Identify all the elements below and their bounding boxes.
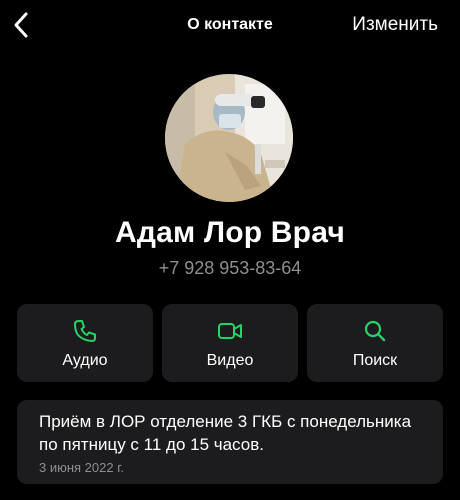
search-icon [362,318,388,344]
audio-call-button[interactable]: Аудио [17,304,153,382]
video-label: Видео [206,352,254,369]
top-bar: О контакте Изменить [0,0,460,52]
avatar[interactable] [165,74,293,202]
video-icon [217,318,243,344]
about-card[interactable]: Приём в ЛОР отделение 3 ГКБ с понедельни… [17,400,443,484]
contact-name: Адам Лор Врач [115,216,345,249]
about-date: 3 июня 2022 г. [39,460,124,475]
action-buttons: Аудио Видео Поиск [17,304,443,382]
search-label: Поиск [352,352,398,369]
edit-button[interactable]: Изменить [352,14,438,36]
phone-icon [72,318,98,344]
about-text: Приём в ЛОР отделение 3 ГКБ с понедельни… [39,412,412,454]
contact-phone[interactable]: +7 928 953-83-64 [0,258,460,279]
audio-label: Аудио [62,352,108,369]
search-button[interactable]: Поиск [307,304,443,382]
video-call-button[interactable]: Видео [162,304,298,382]
